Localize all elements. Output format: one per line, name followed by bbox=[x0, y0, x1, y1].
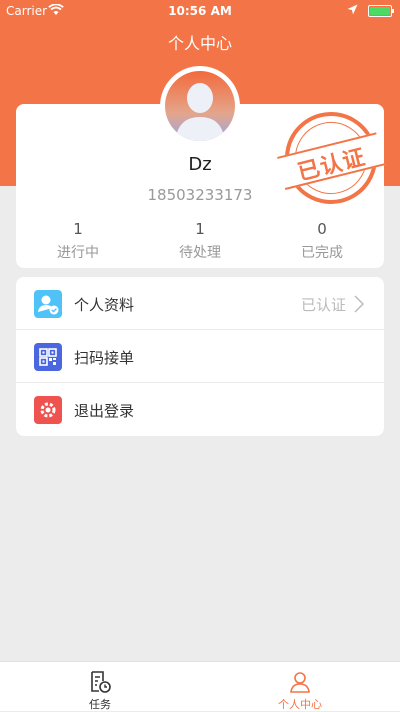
stat-label: 已完成 bbox=[301, 245, 343, 261]
tab-profile-center[interactable]: 个人中心 bbox=[200, 662, 400, 711]
menu-item-label: 扫码接单 bbox=[74, 349, 135, 367]
stat-value: 0 bbox=[317, 220, 327, 238]
menu-item-label: 退出登录 bbox=[74, 402, 135, 420]
stat-label: 进行中 bbox=[57, 245, 99, 261]
stat-completed[interactable]: 0 已完成 bbox=[272, 220, 372, 262]
battery-icon bbox=[368, 5, 394, 17]
menu-item-label: 个人资料 bbox=[74, 296, 135, 314]
stat-label: 待处理 bbox=[179, 245, 221, 261]
status-time: 10:56 AM bbox=[168, 4, 232, 18]
location-arrow-icon bbox=[347, 4, 358, 18]
user-icon bbox=[288, 670, 312, 698]
logout-icon bbox=[34, 396, 62, 424]
user-name: Dz bbox=[188, 154, 212, 175]
tab-tasks[interactable]: 任务 bbox=[0, 662, 200, 711]
stat-value: 1 bbox=[73, 220, 83, 238]
chevron-right-icon bbox=[354, 295, 365, 317]
menu-item-status: 已认证 bbox=[300, 296, 346, 314]
page-title: 个人中心 bbox=[167, 34, 232, 53]
task-icon bbox=[88, 670, 112, 698]
user-silhouette-icon bbox=[175, 83, 225, 141]
menu-item-logout[interactable]: 退出登录 bbox=[16, 383, 384, 436]
stat-value: 1 bbox=[195, 220, 205, 238]
profile-icon bbox=[34, 290, 62, 318]
user-phone: 18503233173 bbox=[147, 186, 253, 204]
menu-item-scan-order[interactable]: 扫码接单 bbox=[16, 330, 384, 383]
stat-pending[interactable]: 1 待处理 bbox=[150, 220, 250, 262]
status-bar: Carrier 10:56 AM bbox=[0, 0, 400, 22]
tab-bar: 任务 个人中心 bbox=[0, 661, 400, 711]
menu-card: 个人资料 已认证 扫码接单 退出登录 bbox=[16, 277, 384, 436]
stat-in-progress[interactable]: 1 进行中 bbox=[28, 220, 128, 262]
avatar[interactable] bbox=[160, 66, 240, 146]
qr-code-icon bbox=[34, 343, 62, 371]
menu-item-profile[interactable]: 个人资料 已认证 bbox=[16, 277, 384, 330]
